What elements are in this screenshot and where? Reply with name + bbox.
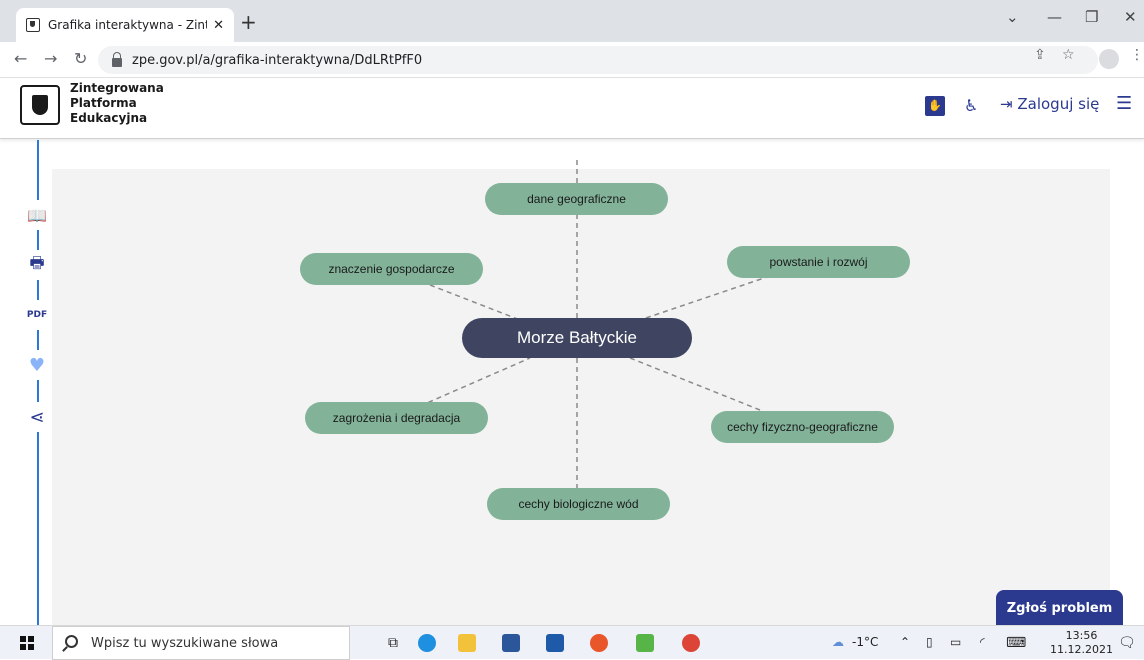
site-header: Zintegrowana Platforma Edukacyjna ✋ ♿ ⇥ …	[0, 79, 1144, 139]
minimize-button[interactable]: —	[1047, 8, 1062, 26]
login-label: Zaloguj się	[1017, 95, 1100, 113]
lock-icon	[112, 51, 122, 67]
mindmap-node[interactable]: znaczenie gospodarcze	[300, 253, 483, 285]
file-explorer-icon[interactable]	[458, 634, 476, 652]
share-page-icon[interactable]: ⇪	[1034, 47, 1046, 63]
restore-button[interactable]: ❐	[1085, 8, 1098, 26]
site-favicon-icon	[26, 18, 40, 32]
tab-search-icon[interactable]: ⌄	[1006, 8, 1019, 26]
game-app-icon[interactable]	[636, 634, 654, 652]
forward-icon[interactable]: →	[44, 49, 57, 68]
logo-line: Edukacyjna	[70, 111, 148, 125]
weather-icon: ☁	[832, 635, 844, 649]
zpe-logo-icon[interactable]	[20, 85, 60, 125]
mindmap-center-node[interactable]: Morze Bałtyckie	[462, 318, 692, 358]
wifi-icon[interactable]: ◜	[980, 635, 985, 649]
tab-close-icon[interactable]: ✕	[213, 18, 224, 33]
new-tab-button[interactable]: +	[240, 10, 257, 34]
logo-text[interactable]: Zintegrowana Platforma Edukacyjna	[70, 81, 164, 126]
browser-menu-icon[interactable]: ⋮	[1130, 47, 1144, 63]
report-problem-button[interactable]: Zgłoś problem	[996, 590, 1123, 626]
firefox-icon[interactable]	[590, 634, 608, 652]
clock-date: 11.12.2021	[1050, 643, 1113, 656]
search-placeholder: Wpisz tu wyszukiwane słowa	[91, 635, 279, 651]
taskbar-search-input[interactable]: Wpisz tu wyszukiwane słowa	[52, 626, 350, 660]
edge-top-right	[639, 275, 771, 321]
mindmap-node[interactable]: cechy fizyczno-geograficzne	[711, 411, 894, 443]
meet-icon[interactable]: ▯	[926, 635, 933, 649]
mindmap-node[interactable]: dane geograficzne	[485, 183, 668, 215]
menu-icon[interactable]: ☰	[1116, 93, 1132, 114]
accessibility-icon[interactable]: ♿	[964, 96, 978, 115]
address-bar[interactable]: zpe.gov.pl/a/grafika-interaktywna/DdLRtP…	[98, 46, 1098, 74]
edge-browser-icon[interactable]	[418, 634, 436, 652]
logo-line: Zintegrowana	[70, 81, 164, 95]
edge-top-left	[429, 284, 521, 321]
battery-icon[interactable]: ▭	[950, 635, 961, 649]
mindmap-node[interactable]: zagrożenia i degradacja	[305, 402, 488, 434]
weather-temp[interactable]: -1°C	[852, 635, 878, 649]
url-text: zpe.gov.pl/a/grafika-interaktywna/DdLRtP…	[132, 52, 423, 68]
edge-bottom-right	[629, 357, 761, 411]
keyboard-icon[interactable]: ⌨	[1006, 635, 1026, 651]
mail-icon[interactable]	[546, 634, 564, 652]
browser-toolbar: ← → ↻ zpe.gov.pl/a/grafika-interaktywna/…	[0, 42, 1144, 78]
close-window-button[interactable]: ✕	[1124, 8, 1137, 26]
windows-taskbar: Wpisz tu wyszukiwane słowa ⧉ ☁ -1°C ⌃ ▯ …	[0, 625, 1144, 660]
notifications-icon[interactable]: 🗨	[1118, 635, 1136, 651]
windows-start-icon[interactable]	[20, 636, 34, 650]
taskbar-clock[interactable]: 13:56 11.12.2021	[1050, 629, 1113, 657]
browser-tab-strip: Grafika interaktywna - Zintegrow ✕ + ⌄ —…	[0, 0, 1144, 42]
sign-language-icon[interactable]: ✋	[925, 96, 945, 116]
login-icon: ⇥	[1000, 95, 1013, 113]
mindmap-node[interactable]: cechy biologiczne wód	[487, 488, 670, 520]
search-icon	[65, 635, 78, 648]
edge-bottom-left	[419, 357, 531, 407]
task-view-icon[interactable]: ⧉	[388, 635, 398, 651]
reload-icon[interactable]: ↻	[74, 49, 87, 68]
word-icon[interactable]	[502, 634, 520, 652]
back-icon[interactable]: ←	[14, 49, 27, 68]
chrome-icon[interactable]	[682, 634, 700, 652]
bookmark-star-icon[interactable]: ☆	[1062, 47, 1075, 63]
mindmap-node[interactable]: powstanie i rozwój	[727, 246, 910, 278]
logo-line: Platforma	[70, 96, 137, 110]
browser-tab[interactable]: Grafika interaktywna - Zintegrow ✕	[16, 8, 234, 42]
tab-title: Grafika interaktywna - Zintegrow	[48, 18, 207, 32]
tray-chevron-icon[interactable]: ⌃	[900, 635, 910, 649]
clock-time: 13:56	[1065, 629, 1098, 642]
profile-avatar[interactable]	[1099, 49, 1119, 69]
login-button[interactable]: ⇥ Zaloguj się	[1000, 95, 1099, 113]
